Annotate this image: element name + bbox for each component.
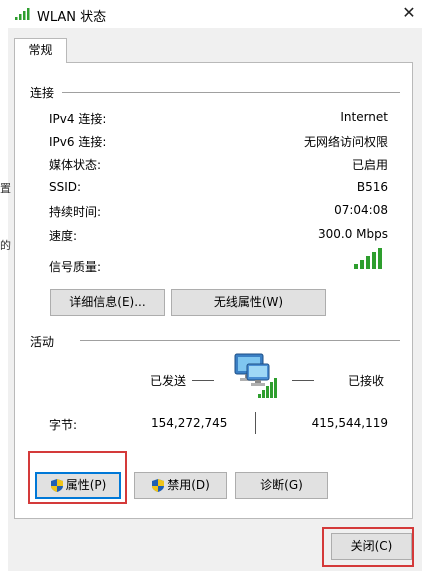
disable-button[interactable]: 禁用(D) xyxy=(134,472,227,499)
window-title: WLAN 状态 xyxy=(37,10,107,25)
speed-value: 300.0 Mbps xyxy=(317,227,388,241)
highlight-box xyxy=(28,451,127,504)
sent-dash xyxy=(192,380,214,381)
section-divider xyxy=(80,340,400,341)
section-divider xyxy=(62,92,400,93)
speed-label: 速度: xyxy=(49,229,78,243)
uac-shield-icon xyxy=(152,479,165,492)
network-computers-icon xyxy=(234,353,277,398)
wireless-properties-button[interactable]: 无线属性(W) xyxy=(171,289,326,316)
bytes-received-value: 415,544,119 xyxy=(311,416,388,430)
sent-label: 已发送 xyxy=(150,374,187,388)
bytes-separator xyxy=(255,412,256,434)
received-label: 已接收 xyxy=(348,374,385,388)
diagnose-button[interactable]: 诊断(G) xyxy=(235,472,328,499)
media-state-label: 媒体状态: xyxy=(49,158,102,172)
highlight-box xyxy=(322,527,414,567)
details-button[interactable]: 详细信息(E)... xyxy=(50,289,165,316)
ipv4-value: Internet xyxy=(340,110,388,124)
wifi-signal-icon xyxy=(15,8,30,20)
ipv6-label: IPv6 连接: xyxy=(49,135,107,149)
received-dash xyxy=(292,380,314,381)
tab-general[interactable]: 常规 xyxy=(14,38,67,63)
background-text: 置 xyxy=(0,182,11,195)
duration-value: 07:04:08 xyxy=(334,203,388,217)
ipv4-label: IPv4 连接: xyxy=(49,112,107,126)
bytes-label: 字节: xyxy=(49,418,78,432)
close-icon[interactable]: ✕ xyxy=(396,0,422,28)
ssid-value: B516 xyxy=(356,180,388,194)
bytes-sent-value: 154,272,745 xyxy=(151,416,228,430)
signal-strength-icon xyxy=(354,248,382,269)
disable-button-label: 禁用(D) xyxy=(167,478,210,492)
background-text: 的 xyxy=(0,239,11,252)
activity-section-label: 活动 xyxy=(30,333,59,350)
media-state-value: 已启用 xyxy=(351,158,388,172)
connection-section-label: 连接 xyxy=(30,84,59,101)
ssid-label: SSID: xyxy=(49,180,82,194)
title-bar: WLAN 状态 ✕ xyxy=(0,0,422,28)
ipv6-value: 无网络访问权限 xyxy=(303,135,388,149)
duration-label: 持续时间: xyxy=(49,205,102,219)
signal-quality-label: 信号质量: xyxy=(49,260,102,274)
background-window-edge: 置 的 xyxy=(0,28,11,571)
wlan-status-dialog: WLAN 状态 ✕ 置 的 常规 连接 IPv4 连接: Internet IP… xyxy=(0,0,422,571)
